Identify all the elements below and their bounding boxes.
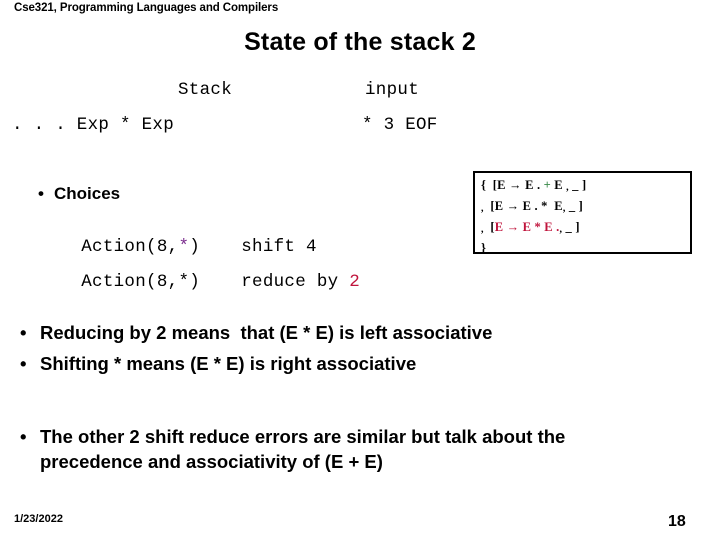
action-key-reduce: Action(8,*) (81, 272, 241, 292)
slide-title: State of the stack 2 (244, 28, 476, 56)
item-rhs-after: E (544, 220, 553, 234)
item-close-bracket: ] (578, 199, 584, 213)
item-set-line-3: , [E → E * E ., _ ] (481, 218, 690, 239)
input-column-label: input (365, 80, 420, 100)
bullet-icon: • (20, 322, 27, 343)
item-rhs-after: E (554, 199, 563, 213)
footer-page-number: 18 (668, 513, 686, 530)
choices-heading: • Choices (38, 184, 120, 204)
action-decision-reduce: reduce by (241, 272, 350, 292)
action-row-reduce: Action(8,*) reduce by 2 (38, 252, 360, 312)
item-rhs-after: E (554, 178, 563, 192)
choices-heading-label: Choices (54, 184, 121, 203)
item-lhs: E (494, 199, 504, 213)
arrow-icon: → (509, 178, 522, 192)
stack-contents: . . . Exp * Exp (12, 115, 175, 135)
action-prefix: Action(8, (81, 272, 179, 292)
stack-column-label: Stack (178, 80, 233, 100)
notes-group-other-errors: • The other 2 shift reduce errors are sim… (18, 424, 658, 480)
item-lead-comma: , (481, 224, 484, 235)
item-set-box: { [E → E . + E , _ ] , [E → E . * E, _ ]… (473, 171, 692, 255)
item-close-bracket: ] (575, 220, 580, 234)
note-bullet-other-errors: • The other 2 shift reduce errors are sim… (18, 424, 658, 474)
item-dot: . (534, 199, 538, 213)
note-text: Reducing by 2 means that (E * E) is left… (40, 322, 493, 343)
bullet-icon: • (38, 184, 44, 203)
item-set-line-1: { [E → E . + E , _ ] (481, 176, 690, 197)
item-set-line-4: } (481, 241, 487, 255)
item-lead-comma: , (481, 203, 484, 214)
footer-date: 1/23/2022 (14, 513, 63, 525)
item-lead-brace: { (481, 178, 487, 192)
item-close-bracket: ] (581, 178, 587, 192)
notes-group-associativity: • Reducing by 2 means that (E * E) is lef… (18, 320, 492, 382)
action-symbol-star: * (178, 272, 190, 292)
item-lookahead: _ (565, 220, 572, 234)
item-lookahead: _ (568, 199, 576, 213)
input-contents: * 3 EOF (362, 115, 438, 135)
action-suffix: ) (189, 272, 201, 292)
note-text: Shifting * means (E * E) is right associ… (40, 353, 417, 374)
item-rhs-before: E (522, 199, 532, 213)
item-set-line-2: , [E → E . * E, _ ] (481, 197, 690, 218)
action-rule-number: 2 (349, 272, 361, 292)
note-text: The other 2 shift reduce errors are simi… (40, 426, 566, 472)
item-lhs: E (497, 178, 506, 192)
item-lookahead: _ (572, 178, 579, 192)
item-dot: . (536, 178, 541, 192)
item-comma: , (559, 224, 563, 235)
note-bullet-shifting: • Shifting * means (E * E) is right assoc… (18, 351, 492, 376)
item-symbol: * (534, 220, 541, 234)
item-rhs-before: E (522, 220, 532, 234)
item-symbol: + (543, 178, 551, 192)
item-rhs-before: E (525, 178, 534, 192)
note-bullet-reducing: • Reducing by 2 means that (E * E) is lef… (18, 320, 492, 345)
bullet-icon: • (20, 426, 27, 447)
arrow-icon: → (506, 220, 520, 234)
item-symbol: * (541, 199, 548, 213)
course-header: Cse321, Programming Languages and Compil… (14, 2, 279, 14)
arrow-icon: → (506, 199, 520, 213)
item-comma: , (562, 203, 566, 214)
slide-canvas: Cse321, Programming Languages and Compil… (0, 0, 720, 540)
item-lhs: E (494, 220, 504, 234)
bullet-icon: • (20, 353, 27, 374)
item-comma: , (566, 182, 569, 193)
